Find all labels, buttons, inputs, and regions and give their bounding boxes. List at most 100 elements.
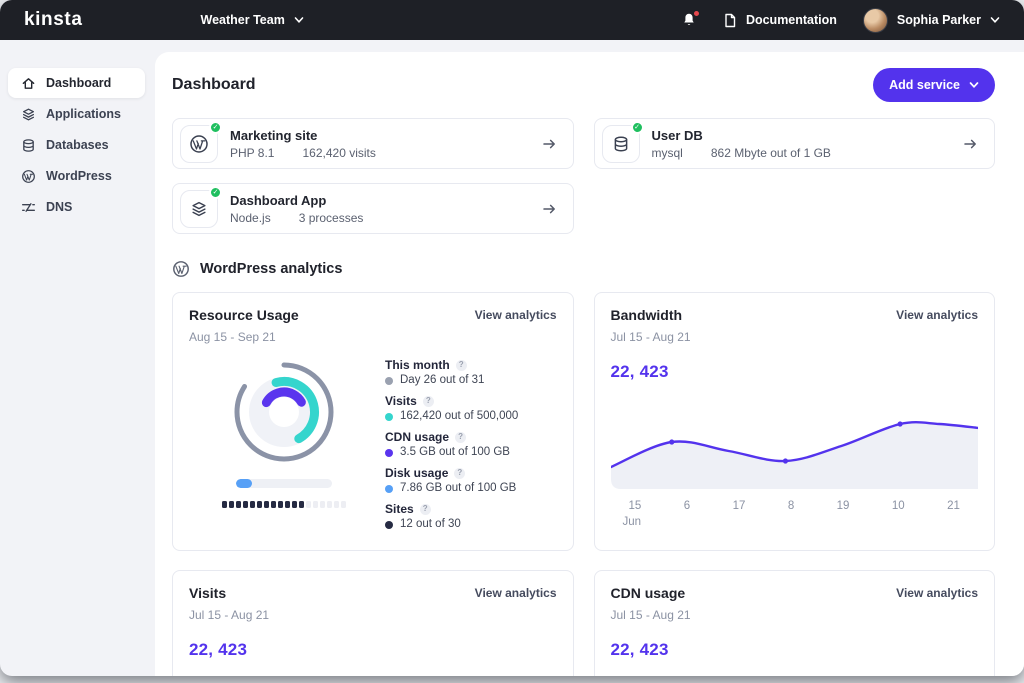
x-axis-tick: 17 bbox=[733, 500, 746, 512]
x-axis-tick: 10 bbox=[892, 500, 905, 512]
card-title: CDN usage bbox=[611, 585, 686, 601]
view-analytics-link[interactable]: View analytics bbox=[896, 308, 978, 322]
service-text: Marketing site PHP 8.1 162,420 visits bbox=[230, 128, 376, 160]
page-header: Dashboard Add service bbox=[172, 68, 995, 102]
bandwidth-card: Bandwidth View analytics Jul 15 - Aug 21… bbox=[594, 292, 996, 551]
help-icon[interactable]: ? bbox=[454, 468, 465, 479]
sidebar-item-label: Dashboard bbox=[46, 76, 111, 90]
legend-item-this-month: This month? Day 26 out of 31 bbox=[385, 358, 557, 387]
help-icon[interactable]: ? bbox=[455, 432, 466, 443]
documentation-label: Documentation bbox=[746, 13, 837, 27]
legend-item-sites: Sites? 12 out of 30 bbox=[385, 502, 557, 531]
service-name: Dashboard App bbox=[230, 193, 363, 208]
date-range: Jul 15 - Aug 21 bbox=[611, 608, 979, 622]
service-card-user-db[interactable]: ✓ User DB mysql 862 Mbyte out of 1 GB bbox=[594, 118, 996, 169]
bandwidth-chart: 156178191021 Jun bbox=[611, 394, 979, 528]
date-range: Jul 15 - Aug 21 bbox=[611, 330, 979, 344]
legend-label: Visits bbox=[385, 394, 417, 408]
service-runtime: PHP 8.1 bbox=[230, 146, 274, 160]
resource-usage-donut-chart bbox=[232, 360, 336, 464]
resource-usage-visuals bbox=[189, 360, 379, 531]
chevron-down-icon bbox=[990, 15, 1000, 25]
legend-item-visits: Visits? 162,420 out of 500,000 bbox=[385, 394, 557, 423]
service-usage: 162,420 visits bbox=[302, 146, 375, 160]
legend-item-cdn-usage: CDN usage? 3.5 GB out of 100 GB bbox=[385, 430, 557, 459]
wordpress-icon bbox=[172, 260, 190, 278]
legend-value: Day 26 out of 31 bbox=[400, 374, 484, 387]
legend-dot bbox=[385, 449, 393, 457]
legend-value: 12 out of 30 bbox=[400, 518, 461, 531]
home-icon bbox=[21, 76, 36, 91]
sidebar-item-dns[interactable]: DNS bbox=[8, 192, 145, 222]
sites-usage-bar bbox=[222, 501, 346, 508]
service-icon-tile: ✓ bbox=[180, 190, 218, 228]
topbar-right: Documentation Sophia Parker bbox=[681, 8, 1000, 33]
legend-value: 3.5 GB out of 100 GB bbox=[400, 446, 510, 459]
sidebar-item-applications[interactable]: Applications bbox=[8, 99, 145, 129]
add-service-button[interactable]: Add service bbox=[873, 68, 995, 102]
layers-icon bbox=[190, 200, 208, 218]
service-usage: 862 Mbyte out of 1 GB bbox=[711, 146, 831, 160]
status-ok-badge: ✓ bbox=[209, 121, 222, 134]
sidebar-item-wordpress[interactable]: WordPress bbox=[8, 161, 145, 191]
legend-label: This month bbox=[385, 358, 450, 372]
sidebar-item-databases[interactable]: Databases bbox=[8, 130, 145, 160]
legend-dot bbox=[385, 377, 393, 385]
bandwidth-line-chart bbox=[611, 394, 979, 489]
card-title: Visits bbox=[189, 585, 226, 601]
legend-label: Sites bbox=[385, 502, 414, 516]
service-runtime: mysql bbox=[652, 146, 683, 160]
x-axis-ticks: 156178191021 bbox=[611, 500, 979, 512]
topbar: kinsta Weather Team Documentation bbox=[0, 0, 1024, 40]
wordpress-analytics-header: WordPress analytics bbox=[172, 260, 995, 278]
status-ok-badge: ✓ bbox=[631, 121, 644, 134]
layers-icon bbox=[21, 107, 36, 122]
resource-usage-legend: This month? Day 26 out of 31 Visits? 162… bbox=[379, 358, 557, 531]
sidebar-item-dashboard[interactable]: Dashboard bbox=[8, 68, 145, 98]
sidebar-item-label: DNS bbox=[46, 200, 72, 214]
user-menu[interactable]: Sophia Parker bbox=[863, 8, 1000, 33]
kinsta-logo: kinsta bbox=[24, 9, 83, 31]
view-analytics-link[interactable]: View analytics bbox=[475, 586, 557, 600]
legend-item-disk-usage: Disk usage? 7.86 GB out of 100 GB bbox=[385, 466, 557, 495]
section-title: WordPress analytics bbox=[200, 261, 342, 277]
arrow-right-icon bbox=[541, 201, 557, 217]
service-runtime: Node.js bbox=[230, 211, 271, 225]
view-analytics-link[interactable]: View analytics bbox=[896, 586, 978, 600]
notification-badge bbox=[693, 10, 700, 17]
service-usage: 3 processes bbox=[299, 211, 364, 225]
user-name: Sophia Parker bbox=[897, 13, 981, 27]
x-axis-month-label: Jun bbox=[623, 516, 979, 528]
arrow-right-icon bbox=[962, 136, 978, 152]
dns-icon bbox=[21, 200, 36, 215]
wordpress-icon bbox=[21, 169, 36, 184]
add-service-label: Add service bbox=[889, 78, 960, 92]
legend-label: CDN usage bbox=[385, 430, 449, 444]
x-axis-tick: 19 bbox=[837, 500, 850, 512]
sidebar-item-label: WordPress bbox=[46, 169, 112, 183]
sidebar: Dashboard Applications Databases bbox=[0, 40, 155, 676]
services-grid: ✓ Marketing site PHP 8.1 162,420 visits bbox=[172, 118, 995, 234]
database-icon bbox=[612, 135, 630, 153]
visits-card: Visits View analytics Jul 15 - Aug 21 22… bbox=[172, 570, 574, 676]
service-card-marketing-site[interactable]: ✓ Marketing site PHP 8.1 162,420 visits bbox=[172, 118, 574, 169]
documentation-link[interactable]: Documentation bbox=[723, 13, 837, 28]
page-title: Dashboard bbox=[172, 76, 256, 94]
sidebar-item-label: Databases bbox=[46, 138, 109, 152]
help-icon[interactable]: ? bbox=[456, 360, 467, 371]
arrow-right-icon bbox=[541, 136, 557, 152]
service-icon-tile: ✓ bbox=[602, 125, 640, 163]
help-icon[interactable]: ? bbox=[420, 504, 431, 515]
view-analytics-link[interactable]: View analytics bbox=[475, 308, 557, 322]
service-card-dashboard-app[interactable]: ✓ Dashboard App Node.js 3 processes bbox=[172, 183, 574, 234]
team-selector[interactable]: Weather Team bbox=[201, 13, 304, 27]
bandwidth-value: 22, 423 bbox=[611, 362, 979, 382]
service-name: User DB bbox=[652, 128, 831, 143]
x-axis-tick: 21 bbox=[947, 500, 960, 512]
legend-dot bbox=[385, 521, 393, 529]
help-icon[interactable]: ? bbox=[423, 396, 434, 407]
analytics-grid: Resource Usage View analytics Aug 15 - S… bbox=[172, 292, 995, 676]
service-name: Marketing site bbox=[230, 128, 376, 143]
notifications-button[interactable] bbox=[681, 12, 697, 28]
status-ok-badge: ✓ bbox=[209, 186, 222, 199]
